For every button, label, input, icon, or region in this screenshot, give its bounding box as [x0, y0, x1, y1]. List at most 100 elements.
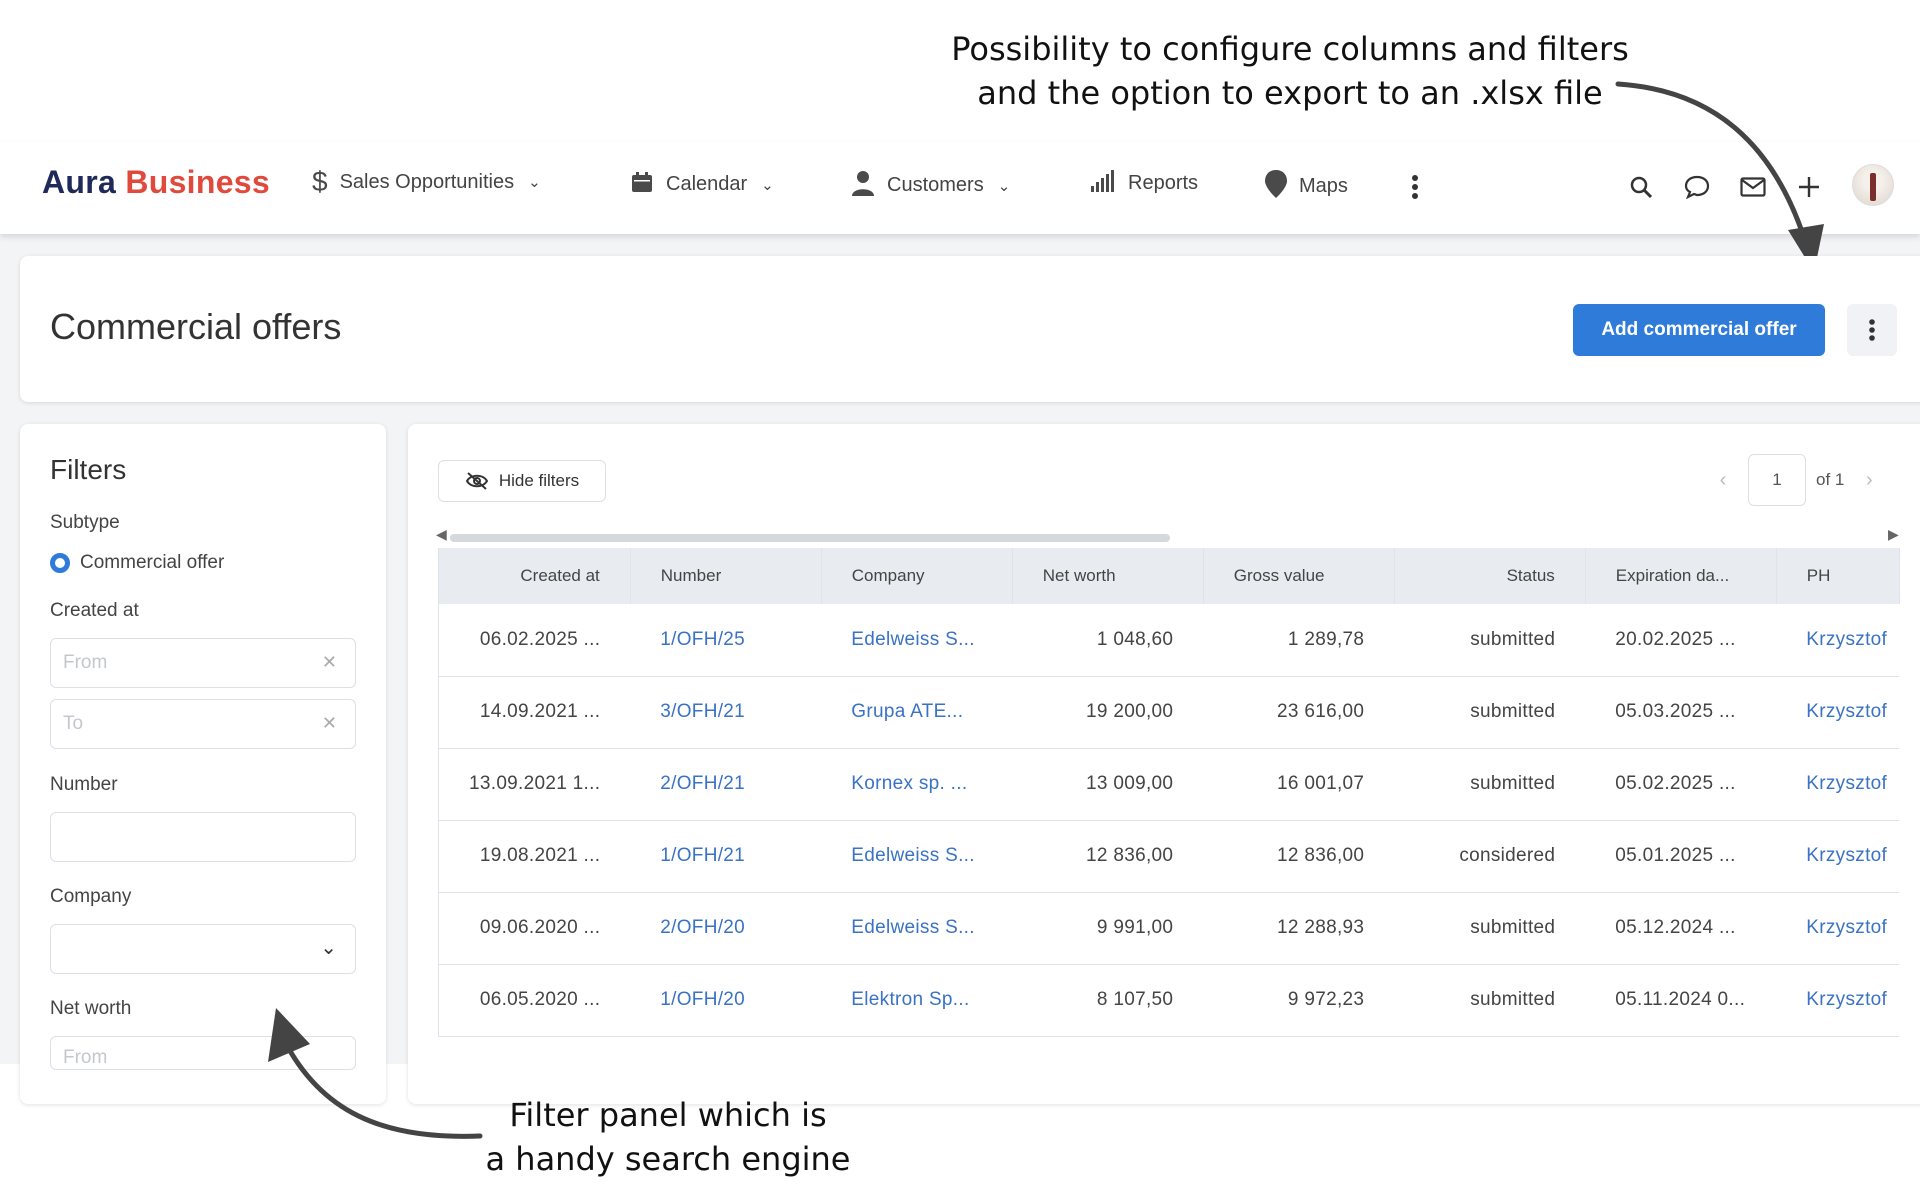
net-worth-from-placeholder: From: [63, 1047, 108, 1068]
page-title: Commercial offers: [50, 306, 342, 347]
nav-calendar[interactable]: Calendar ⌄: [630, 170, 774, 199]
column-header-company[interactable]: Company: [821, 548, 1013, 604]
number-input[interactable]: [50, 812, 356, 862]
cell-status: submitted: [1394, 604, 1586, 677]
cell-expiration-date: 05.02.2025 ...: [1585, 748, 1777, 821]
number-label: Number: [50, 774, 118, 795]
cell-gross-value: 1 289,78: [1203, 604, 1395, 677]
annotation-arrow-bottom: [268, 1008, 483, 1139]
cell-status: submitted: [1394, 748, 1586, 821]
cell-ph[interactable]: Krzysztof: [1776, 820, 1900, 893]
cell-status: submitted: [1394, 892, 1586, 965]
horizontal-scrollbar[interactable]: ◀ ▶: [436, 526, 1899, 542]
nav-sales-opportunities[interactable]: $ Sales Opportunities ⌄: [312, 166, 541, 197]
chevron-down-icon: ⌄: [320, 937, 337, 959]
table-row[interactable]: 19.08.2021 ... 1/OFH/21 Edelweiss S... 12 8…: [438, 820, 1900, 893]
cell-created-at: 19.08.2021 ...: [438, 820, 631, 893]
column-header-status[interactable]: Status: [1394, 548, 1586, 604]
more-vertical-icon[interactable]: [1400, 172, 1430, 202]
cell-expiration-date: 20.02.2025 ...: [1585, 604, 1777, 677]
user-avatar[interactable]: [1852, 164, 1894, 206]
annotation-bottom: Filter panel which is a handy search eng…: [468, 1093, 868, 1181]
table-row[interactable]: 13.09.2021 1... 2/OFH/21 Kornex sp. ... 13 …: [438, 748, 1900, 821]
cell-gross-value: 23 616,00: [1203, 676, 1395, 749]
cell-company[interactable]: Elektron Sp...: [821, 964, 1013, 1037]
cell-net-worth: 19 200,00: [1012, 676, 1204, 749]
scroll-right-icon[interactable]: ▶: [1888, 526, 1899, 543]
chevron-down-icon: ⌄: [528, 174, 541, 191]
created-from-placeholder: From: [63, 652, 108, 673]
nav-maps[interactable]: Maps: [1265, 170, 1348, 203]
brand-logo[interactable]: Aura Business: [42, 164, 270, 201]
nav-reports[interactable]: Reports: [1090, 170, 1198, 197]
radio-label: Commercial offer: [80, 552, 225, 573]
page-options-button[interactable]: [1847, 304, 1897, 356]
dollar-icon: $: [312, 166, 328, 197]
cell-number[interactable]: 2/OFH/20: [630, 892, 822, 965]
cell-company[interactable]: Edelweiss S...: [821, 604, 1013, 677]
cell-expiration-date: 05.12.2024 ...: [1585, 892, 1777, 965]
cell-number[interactable]: 1/OFH/20: [630, 964, 822, 1037]
cell-status: submitted: [1394, 964, 1586, 1037]
column-header-net-worth[interactable]: Net worth: [1012, 548, 1204, 604]
cell-number[interactable]: 3/OFH/21: [630, 676, 822, 749]
cell-number[interactable]: 2/OFH/21: [630, 748, 822, 821]
nav-customers[interactable]: Customers ⌄: [851, 170, 1010, 201]
page-header-card: Commercial offers Add commercial offer: [20, 256, 1920, 402]
annotation-arrow-top: [1615, 81, 1824, 272]
cell-gross-value: 9 972,23: [1203, 964, 1395, 1037]
clear-icon[interactable]: ✕: [322, 713, 337, 734]
add-commercial-offer-button[interactable]: Add commercial offer: [1573, 304, 1825, 356]
cell-number[interactable]: 1/OFH/25: [630, 604, 822, 677]
brand-name-part1: Aura: [42, 164, 117, 200]
hide-filters-button[interactable]: Hide filters: [438, 460, 606, 502]
chevron-down-icon: ⌄: [761, 176, 774, 194]
scrollbar-thumb[interactable]: [450, 534, 1170, 542]
nav-label: Reports: [1128, 172, 1199, 194]
chevron-left-icon[interactable]: ‹: [1708, 469, 1738, 492]
cell-status: submitted: [1394, 676, 1586, 749]
cell-company[interactable]: Kornex sp. ...: [821, 748, 1013, 821]
chevron-down-icon: ⌄: [997, 177, 1011, 195]
column-header-created-at[interactable]: Created at: [438, 548, 631, 604]
cell-ph[interactable]: Krzysztof: [1776, 892, 1900, 965]
cell-net-worth: 12 836,00: [1012, 820, 1204, 893]
cell-ph[interactable]: Krzysztof: [1776, 604, 1900, 677]
cell-company[interactable]: Edelweiss S...: [821, 892, 1013, 965]
cell-expiration-date: 05.11.2024 0...: [1585, 964, 1777, 1037]
cell-created-at: 09.06.2020 ...: [438, 892, 631, 965]
calendar-icon: [630, 170, 654, 199]
net-worth-label: Net worth: [50, 998, 132, 1019]
table-row[interactable]: 06.02.2025 ... 1/OFH/25 Edelweiss S... 1 04…: [438, 604, 1900, 677]
column-header-gross-value[interactable]: Gross value: [1203, 548, 1395, 604]
clear-icon[interactable]: ✕: [322, 652, 337, 673]
annotation-bottom-line2: a handy search engine: [485, 1140, 851, 1178]
nav-label: Calendar: [666, 173, 748, 195]
subtype-radio-commercial-offer[interactable]: Commercial offer: [50, 552, 224, 574]
company-select[interactable]: ⌄: [50, 924, 356, 974]
cell-company[interactable]: Grupa ATE...: [821, 676, 1013, 749]
person-icon: [851, 170, 875, 201]
map-pin-icon: [1265, 170, 1287, 203]
column-header-expiration-date[interactable]: Expiration da...: [1585, 548, 1777, 604]
cell-number[interactable]: 1/OFH/21: [630, 820, 822, 893]
created-to-placeholder: To: [63, 713, 84, 734]
cell-ph[interactable]: Krzysztof: [1776, 964, 1900, 1037]
table-header-row: Created at Number Company Net worth Gros…: [438, 548, 1900, 604]
cell-company[interactable]: Edelweiss S...: [821, 820, 1013, 893]
avatar-figure: [1870, 173, 1876, 201]
table-row[interactable]: 06.05.2020 ... 1/OFH/20 Elektron Sp... 8 10…: [438, 964, 1900, 1037]
cell-ph[interactable]: Krzysztof: [1776, 676, 1900, 749]
annotation-top-line2: and the option to export to an .xlsx fil…: [977, 74, 1603, 112]
column-header-number[interactable]: Number: [630, 548, 822, 604]
table-row[interactable]: 14.09.2021 ... 3/OFH/21 Grupa ATE... 19 200…: [438, 676, 1900, 749]
column-header-ph[interactable]: PH: [1776, 548, 1900, 604]
created-from-input[interactable]: From ✕: [50, 638, 356, 688]
table-row[interactable]: 09.06.2020 ... 2/OFH/20 Edelweiss S... 9 99…: [438, 892, 1900, 965]
created-at-label: Created at: [50, 600, 139, 621]
created-to-input[interactable]: To ✕: [50, 699, 356, 749]
page-number-input[interactable]: 1: [1748, 454, 1806, 506]
cell-ph[interactable]: Krzysztof: [1776, 748, 1900, 821]
chevron-right-icon[interactable]: ›: [1854, 469, 1884, 492]
scroll-left-icon[interactable]: ◀: [436, 526, 447, 543]
